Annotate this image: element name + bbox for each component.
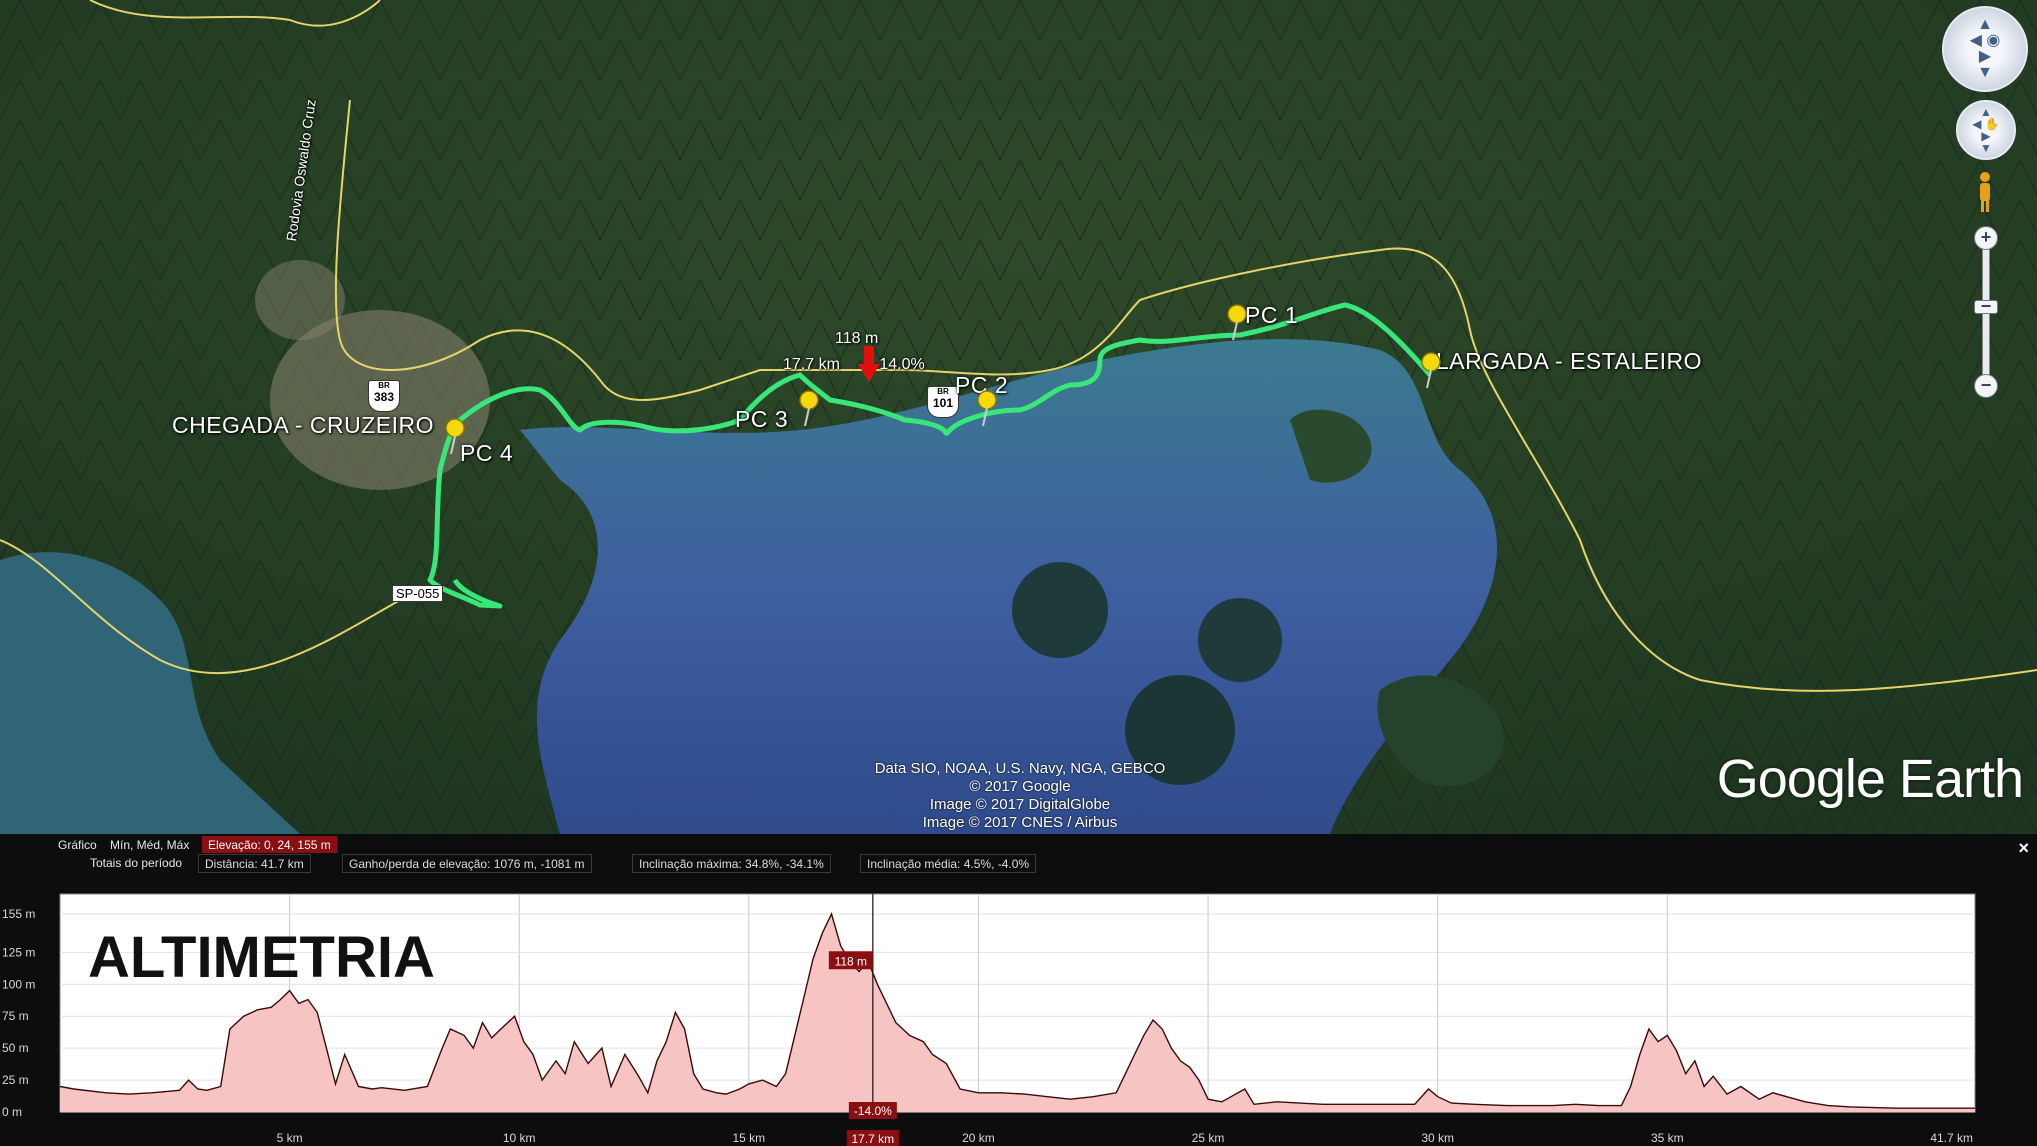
attribution-line: Image © 2017 DigitalGlobe: [929, 796, 1111, 813]
cursor-slope-text: -14.0%: [854, 1104, 892, 1118]
finish-label: CHEGADA - CRUZEIRO: [172, 412, 435, 438]
pc3-label: PC 3: [735, 406, 789, 432]
attribution-line: Image © 2017 CNES / Airbus: [922, 814, 1118, 831]
x-tick-label: 35 km: [1651, 1131, 1684, 1145]
y-tick-label: 155 m: [2, 907, 35, 921]
pushpin-icon[interactable]: [794, 388, 824, 428]
look-control[interactable]: ▲ ◀ ◉ ▶ ▼: [1942, 6, 2028, 92]
eye-icon: ▲ ◀ ◉ ▶ ▼: [1969, 16, 2001, 81]
y-tick-label: 25 m: [2, 1073, 29, 1087]
x-tick-label: 15 km: [733, 1131, 766, 1145]
zoom-in-button[interactable]: +: [1974, 226, 1998, 250]
y-tick-label: 75 m: [2, 1009, 29, 1023]
totals-label: Totais do período: [90, 856, 183, 870]
x-end-label: 41.7 km: [1930, 1131, 1973, 1145]
zoom-out-button[interactable]: −: [1974, 374, 1998, 398]
hand-icon: ▲ ◀ ✋ ▶ ▼: [1972, 105, 2000, 155]
street-view-pegman-icon[interactable]: [1974, 170, 1996, 214]
cursor-distance-label: 17.7 km: [783, 356, 840, 373]
chart-mode[interactable]: Mín, Méd, Máx: [110, 836, 189, 853]
y-tick-label: 0 m: [2, 1105, 22, 1119]
pushpin-icon[interactable]: [972, 388, 1002, 428]
elevation-profile-panel: Gráfico Mín, Méd, Máx Elevação: 0, 24, 1…: [0, 834, 2037, 1146]
x-tick-label: 10 km: [503, 1131, 536, 1145]
x-tick-label: 5 km: [277, 1131, 303, 1145]
pc1-label: PC 1: [1245, 302, 1299, 328]
cursor-slope-label: -14.0%: [874, 356, 925, 373]
avg-slope-stat[interactable]: Inclinação média: 4.5%, -4.0%: [860, 854, 1037, 873]
map-view[interactable]: Rodovia Oswaldo Cruz BR 383 BR 101 SP-055 …: [0, 0, 2037, 834]
zoom-slider-thumb[interactable]: −: [1974, 297, 1998, 315]
chart-title: ALTIMETRIA: [88, 925, 435, 990]
x-tick-label: 30 km: [1421, 1131, 1454, 1145]
pushpin-icon[interactable]: [440, 416, 470, 456]
highway-shield-br383: BR 383: [368, 380, 400, 412]
google-earth-logo: Google Earth: [1716, 749, 2024, 809]
elevation-chart[interactable]: 0 m 25 m 50 m 75 m 100 m 125 m 155 m 5 km 10 km 1…: [0, 874, 2037, 1146]
chart-label: Gráfico: [58, 838, 97, 852]
y-tick-label: 100 m: [2, 977, 35, 991]
attribution-line: © 2017 Google: [969, 778, 1071, 795]
down-arrow-icon: [858, 346, 880, 382]
close-button[interactable]: ×: [2018, 838, 2029, 859]
distance-stat[interactable]: Distância: 41.7 km: [198, 854, 311, 873]
pushpin-icon[interactable]: [1222, 302, 1252, 342]
elevation-stat[interactable]: Elevação: 0, 24, 155 m: [202, 836, 337, 853]
gain-stat[interactable]: Ganho/perda de elevação: 1076 m, -1081 m: [342, 854, 592, 873]
road-tag-sp055: SP-055: [392, 585, 444, 602]
y-tick-label: 50 m: [2, 1041, 29, 1055]
x-tick-label: 25 km: [1192, 1131, 1225, 1145]
attribution: Data SIO, NOAA, U.S. Navy, NGA, GEBCO © …: [820, 760, 1220, 832]
x-tick-label: 20 km: [962, 1131, 995, 1145]
cursor-elevation-text: 118 m: [835, 954, 867, 968]
move-control[interactable]: ▲ ◀ ✋ ▶ ▼: [1956, 100, 2016, 160]
cursor-distance-text: 17.7 km: [851, 1132, 894, 1146]
max-slope-stat[interactable]: Inclinação máxima: 34.8%, -34.1%: [632, 854, 831, 873]
y-tick-label: 125 m: [2, 945, 35, 959]
pushpin-icon[interactable]: [1416, 350, 1446, 390]
start-label: LARGADA - ESTALEIRO: [1436, 348, 1702, 374]
attribution-line: Data SIO, NOAA, U.S. Navy, NGA, GEBCO: [874, 760, 1166, 777]
